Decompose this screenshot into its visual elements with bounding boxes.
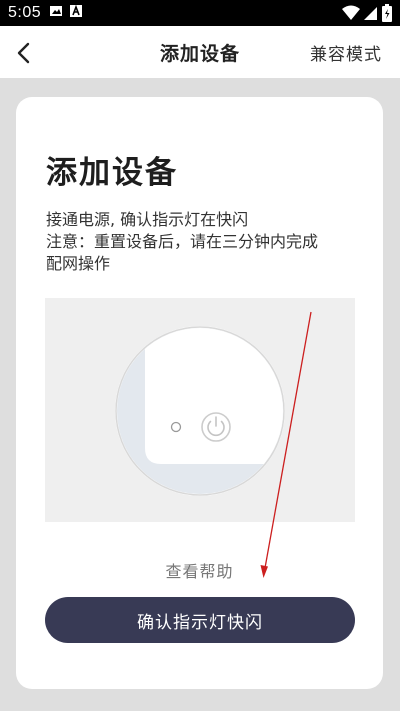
device-illustration (45, 298, 355, 522)
image-icon (49, 4, 63, 23)
chevron-left-icon[interactable] (10, 39, 38, 67)
wifi-icon (342, 5, 360, 26)
nav-bar: 添加设备 兼容模式 (0, 26, 400, 78)
desc-line-1: 接通电源, 确认指示灯在快闪 (46, 210, 249, 229)
status-time: 5:05 (8, 4, 42, 21)
status-bar: 5:05 (0, 0, 400, 26)
a-icon (69, 4, 83, 23)
battery-icon (382, 4, 392, 27)
device-illustration-graphic (115, 326, 285, 496)
card-title: 添加设备 (46, 155, 178, 191)
card-description: 接通电源, 确认指示灯在快闪 注意：重置设备后，请在三分钟内完成 配网操作 (46, 209, 361, 275)
desc-line-2: 注意：重置设备后，请在三分钟内完成 (46, 232, 319, 251)
signal-icon (364, 5, 378, 26)
page-title: 添加设备 (159, 42, 240, 65)
help-link[interactable]: 查看帮助 (16, 558, 383, 582)
confirm-indicator-flashing-button[interactable]: 确认指示灯快闪 (45, 597, 355, 643)
add-device-card: 添加设备 接通电源, 确认指示灯在快闪 注意：重置设备后，请在三分钟内完成 配网… (16, 97, 383, 689)
desc-line-3: 配网操作 (46, 254, 111, 273)
compat-mode-button[interactable]: 兼容模式 (310, 40, 382, 65)
